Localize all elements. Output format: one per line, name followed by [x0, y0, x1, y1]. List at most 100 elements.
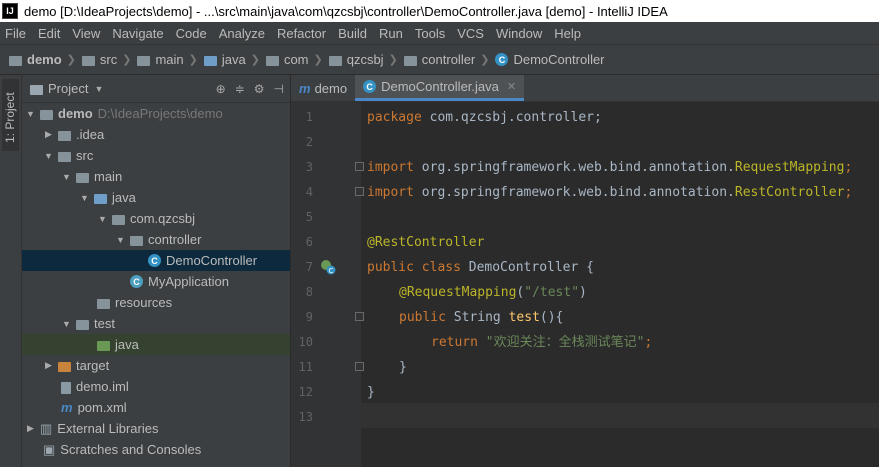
project-view-selector[interactable]: Project	[48, 81, 88, 96]
collapse-arrow-icon[interactable]: ▶	[43, 360, 54, 371]
breadcrumb-com[interactable]: com ❯	[265, 52, 329, 67]
tree-item-test[interactable]: ▼ test	[22, 313, 290, 334]
tree-item-myapplication[interactable]: C MyApplication	[22, 271, 290, 292]
menu-code[interactable]: Code	[170, 26, 213, 41]
menu-refactor[interactable]: Refactor	[271, 26, 332, 41]
breadcrumb-qzcsbj[interactable]: qzcsbj ❯	[328, 52, 404, 67]
menu-analyze[interactable]: Analyze	[213, 26, 271, 41]
code-line-3: import org.springframework.web.bind.anno…	[367, 160, 853, 175]
fold-marker-icon[interactable]	[355, 362, 364, 371]
line-number: 10	[298, 335, 313, 349]
tree-item-test-java[interactable]: java	[22, 334, 290, 355]
tree-item-scratches[interactable]: ▣ Scratches and Consoles	[22, 439, 290, 460]
menu-tools[interactable]: Tools	[409, 26, 451, 41]
collapse-arrow-icon[interactable]: ▶	[25, 423, 36, 434]
expand-arrow-icon[interactable]: ▼	[43, 151, 54, 161]
breadcrumb-democontroller[interactable]: C DemoController	[495, 52, 605, 67]
tree-item-idea[interactable]: ▶ .idea	[22, 124, 290, 145]
source-folder-icon	[203, 55, 217, 66]
tree-item-main[interactable]: ▼ main	[22, 166, 290, 187]
expand-arrow-icon[interactable]: ▼	[25, 109, 36, 119]
breadcrumb-main[interactable]: main ❯	[137, 52, 203, 67]
tree-item-src[interactable]: ▼ src	[22, 145, 290, 166]
tree-item-democontroller[interactable]: C DemoController	[22, 250, 290, 271]
line-number: 6	[305, 235, 313, 249]
close-tab-icon[interactable]: ✕	[507, 80, 516, 93]
package-icon	[328, 55, 342, 66]
spring-boot-class-icon: C	[130, 275, 143, 288]
tree-item-target[interactable]: ▶ target	[22, 355, 290, 376]
breadcrumb-src[interactable]: src ❯	[81, 52, 138, 67]
excluded-folder-icon	[58, 361, 71, 372]
module-folder-icon	[40, 109, 53, 120]
menu-window[interactable]: Window	[490, 26, 548, 41]
expand-arrow-icon[interactable]: ▼	[79, 193, 90, 203]
line-number: 1	[305, 110, 313, 124]
breadcrumb-controller[interactable]: controller ❯	[403, 52, 496, 67]
menu-view[interactable]: View	[66, 26, 106, 41]
libraries-icon: ▥	[40, 420, 53, 436]
menu-vcs[interactable]: VCS	[451, 26, 490, 41]
folder-icon	[76, 172, 89, 183]
package-icon	[112, 214, 125, 225]
menu-navigate[interactable]: Navigate	[106, 26, 169, 41]
tree-item-resources[interactable]: resources	[22, 292, 290, 313]
collapse-arrow-icon[interactable]: ▶	[43, 129, 54, 140]
dropdown-arrow-icon[interactable]: ▼	[94, 84, 103, 94]
file-icon	[61, 381, 71, 394]
tool-window-strip: 1: Project	[0, 75, 22, 467]
line-number: 7	[305, 260, 313, 274]
chevron-right-icon: ❯	[122, 54, 132, 66]
code-content[interactable]: package com.qzcsbj.controller; import or…	[367, 105, 879, 430]
line-number: 9	[305, 310, 313, 324]
tree-item-controller[interactable]: ▼ controller	[22, 229, 290, 250]
fold-marker-icon[interactable]	[355, 187, 364, 196]
folder-icon	[76, 319, 89, 330]
collapse-icon[interactable]: ≑	[235, 82, 245, 96]
tree-item-java[interactable]: ▼ java	[22, 187, 290, 208]
fold-marker-icon[interactable]	[355, 162, 364, 171]
scratches-icon: ▣	[43, 441, 56, 457]
code-line-12: }	[367, 385, 375, 400]
tree-item-pom-xml[interactable]: m pom.xml	[22, 397, 290, 418]
tab-demo[interactable]: m demo	[291, 75, 355, 101]
chevron-right-icon: ❯	[66, 54, 76, 66]
folder-icon	[81, 55, 95, 66]
menu-edit[interactable]: Edit	[32, 26, 66, 41]
menu-file[interactable]: File	[0, 26, 32, 41]
expand-arrow-icon[interactable]: ▼	[97, 214, 108, 224]
fold-marker-icon[interactable]	[355, 312, 364, 321]
expand-arrow-icon[interactable]: ▼	[61, 172, 72, 182]
tree-item-demo-iml[interactable]: demo.iml	[22, 376, 290, 397]
project-tool-tab[interactable]: 1: Project	[2, 79, 19, 151]
window-title: demo [D:\IdeaProjects\demo] - ...\src\ma…	[24, 3, 668, 19]
code-line-6: @RestController	[367, 235, 485, 250]
package-icon	[265, 55, 279, 66]
line-number: 11	[298, 360, 313, 374]
expand-arrow-icon[interactable]: ▼	[115, 235, 126, 245]
source-folder-icon	[94, 193, 107, 204]
tab-democontroller-java[interactable]: C DemoController.java ✕	[355, 75, 525, 101]
tree-item-demo[interactable]: ▼ demo D:\IdeaProjects\demo	[22, 103, 290, 124]
line-number: 12	[298, 385, 313, 399]
chevron-right-icon: ❯	[250, 54, 260, 66]
chevron-right-icon: ❯	[480, 54, 490, 66]
menu-bar: File Edit View Navigate Code Analyze Ref…	[0, 22, 879, 44]
hide-panel-icon[interactable]: ⊣	[274, 82, 284, 96]
settings-gear-icon[interactable]: ⚙	[254, 82, 265, 96]
breadcrumb-java[interactable]: java ❯	[203, 52, 266, 67]
menu-build[interactable]: Build	[332, 26, 373, 41]
line-number: 8	[305, 285, 313, 299]
code-line-11: }	[399, 360, 407, 375]
tree-item-external-libraries[interactable]: ▶ ▥ External Libraries	[22, 418, 290, 439]
menu-run[interactable]: Run	[373, 26, 409, 41]
breadcrumb-demo[interactable]: demo ❯	[9, 52, 82, 67]
menu-help[interactable]: Help	[548, 26, 587, 41]
expand-arrow-icon[interactable]: ▼	[61, 319, 72, 329]
code-line-8: @RequestMapping("/test")	[399, 285, 587, 300]
code-line-9: public String test(){	[399, 310, 564, 325]
line-number: 3	[305, 160, 313, 174]
locate-icon[interactable]: ⊕	[216, 82, 226, 96]
tree-item-com-qzcsbj[interactable]: ▼ com.qzcsbj	[22, 208, 290, 229]
spring-bean-gutter-icon[interactable]: C	[320, 259, 336, 275]
